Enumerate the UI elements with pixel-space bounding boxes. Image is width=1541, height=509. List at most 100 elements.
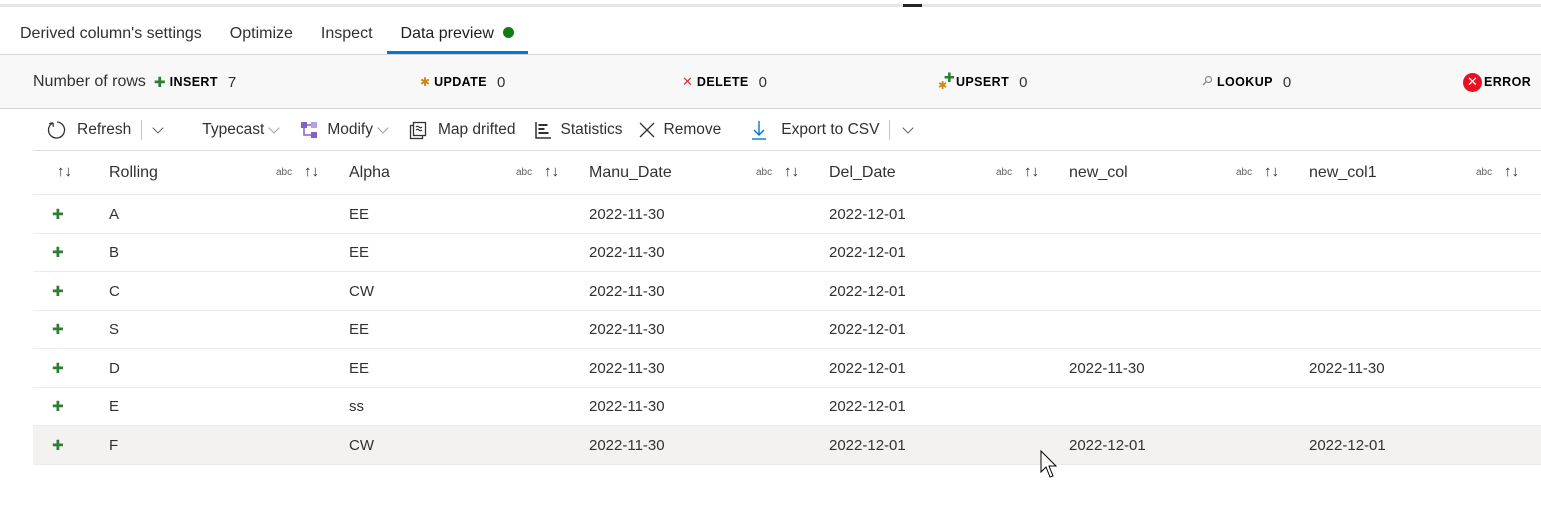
column-header-new-col1[interactable]: new_col1 — [1309, 151, 1377, 195]
refresh-dropdown-button[interactable] — [144, 110, 172, 150]
column-header-new-col[interactable]: new_col — [1069, 151, 1128, 195]
upsert-count: 0 — [1019, 73, 1028, 91]
cell-del-date: 2022-12-01 — [829, 244, 906, 261]
stat-lookup: LOOKUP 0 — [1202, 55, 1291, 109]
cell-new-col: 2022-12-01 — [1069, 436, 1146, 454]
cell-alpha: EE — [349, 205, 370, 223]
cell-rolling: D — [109, 359, 120, 377]
export-dropdown-button[interactable] — [892, 110, 924, 150]
cell-manu-date: 2022-11-30 — [589, 321, 665, 338]
mouse-cursor-icon — [1040, 449, 1060, 485]
cell-new-col: 2022-11-30 — [1069, 359, 1145, 377]
map-drifted-icon — [409, 120, 429, 140]
tab-data-preview[interactable]: Data preview — [386, 14, 529, 54]
tab-derived-column-settings[interactable]: Derived column's settings — [20, 14, 216, 54]
resize-handle[interactable] — [903, 4, 922, 7]
tab-inspect[interactable]: Inspect — [307, 14, 387, 54]
upsert-icon: ✱ ✚ — [938, 70, 955, 92]
modify-label: Modify — [327, 121, 373, 138]
update-count: 0 — [496, 73, 506, 91]
modify-button[interactable]: Modify — [292, 110, 401, 150]
export-csv-label: Export to CSV — [781, 121, 880, 138]
export-csv-button[interactable]: Export to CSV — [743, 110, 887, 150]
cell-rolling: E — [109, 398, 120, 415]
column-header-rolling[interactable]: Rolling — [109, 151, 158, 195]
asterisk-icon: ✱ — [420, 75, 431, 89]
cell-del-date: 2022-12-01 — [829, 205, 906, 223]
sort-icon[interactable]: ↑↓ — [1504, 163, 1519, 180]
cell-rolling: C — [109, 282, 120, 300]
tab-optimize[interactable]: Optimize — [216, 14, 307, 54]
map-drifted-label: Map drifted — [437, 121, 516, 138]
column-header-del-date[interactable]: Del_Date — [829, 151, 896, 195]
typecast-button[interactable]: Typecast — [194, 110, 292, 150]
cell-manu-date: 2022-11-30 — [589, 359, 665, 377]
stat-update: ✱ UPDATE 0 — [420, 55, 505, 109]
remove-button[interactable]: Remove — [631, 110, 730, 150]
tab-label: Inspect — [320, 25, 373, 42]
row-count-bar: Number of rows ✚ INSERT 7 ✱ UPDATE 0 ✕ D… — [0, 54, 1541, 109]
table-row[interactable]: ✚ S EE 2022-11-30 2022-12-01 — [33, 311, 1541, 349]
sort-icon[interactable]: ↑↓ — [304, 163, 319, 180]
insert-marker-icon: ✚ — [52, 244, 64, 260]
statistics-button[interactable]: Statistics — [526, 110, 631, 150]
insert-marker-icon: ✚ — [52, 205, 64, 222]
cell-alpha: CW — [349, 436, 374, 454]
column-name: new_col — [1069, 164, 1128, 181]
cell-alpha: ss — [349, 398, 364, 415]
insert-count: 7 — [227, 73, 237, 91]
cell-del-date: 2022-12-01 — [829, 398, 906, 415]
delete-label: DELETE — [696, 75, 749, 89]
insert-marker-icon: ✚ — [52, 282, 64, 299]
lookup-label: LOOKUP — [1217, 75, 1273, 89]
cell-del-date: 2022-12-01 — [829, 321, 906, 338]
sort-icon[interactable]: ↑↓ — [784, 163, 799, 180]
type-string-icon: abc — [516, 167, 533, 178]
close-icon — [639, 122, 655, 138]
top-divider — [0, 4, 1541, 7]
tab-label: Derived column's settings — [20, 25, 202, 42]
type-string-icon: abc — [276, 167, 293, 178]
insert-marker-icon: ✚ — [52, 321, 64, 337]
map-drifted-button[interactable]: Map drifted — [401, 110, 524, 150]
sort-icon[interactable]: ↑↓ — [1264, 163, 1279, 180]
cell-rolling: S — [109, 321, 120, 338]
remove-label: Remove — [663, 121, 722, 138]
cell-manu-date: 2022-11-30 — [589, 205, 665, 223]
table-row[interactable]: ✚ F CW 2022-11-30 2022-12-01 2022-12-01 2022-1… — [33, 426, 1541, 465]
cell-manu-date: 2022-11-30 — [589, 282, 665, 300]
cell-rolling: B — [109, 244, 120, 261]
type-string-icon: abc — [756, 167, 773, 178]
toolbar: Refresh Typecast Modify Map drifted Stat… — [32, 110, 924, 150]
column-header-alpha[interactable]: Alpha — [349, 151, 390, 195]
table-row[interactable]: ✚ D EE 2022-11-30 2022-12-01 2022-11-30 2022-1… — [33, 349, 1541, 388]
lookup-count: 0 — [1282, 73, 1292, 91]
stat-insert: Number of rows ✚ INSERT 7 — [33, 55, 236, 109]
stat-delete: ✕ DELETE 0 — [682, 55, 767, 109]
statistics-icon — [534, 121, 552, 139]
table-row[interactable]: ✚ Ess 2022-11-30 2022-12-01 — [33, 388, 1541, 426]
sort-icon[interactable]: ↑↓ — [544, 163, 559, 180]
type-string-icon: abc — [996, 167, 1013, 178]
sort-icon[interactable]: ↑↓ — [57, 163, 72, 180]
cell-alpha: EE — [349, 244, 370, 261]
refresh-icon — [46, 119, 68, 141]
sort-icon[interactable]: ↑↓ — [1024, 163, 1039, 180]
statistics-label: Statistics — [560, 121, 623, 138]
delete-count: 0 — [758, 73, 767, 91]
tab-label: Data preview — [400, 25, 494, 42]
column-header-manu-date[interactable]: Manu_Date — [589, 151, 672, 195]
cell-alpha: EE — [349, 321, 370, 338]
cell-alpha: CW — [349, 282, 374, 300]
cell-manu-date: 2022-11-30 — [589, 398, 665, 415]
toolbar-divider — [889, 120, 891, 140]
refresh-label: Refresh — [77, 121, 132, 138]
table-row[interactable]: ✚ B EE 2022-11-30 2022-12-01 — [33, 234, 1541, 272]
x-icon: ✕ — [682, 74, 693, 89]
table-row[interactable]: ✚ A EE 2022-11-30 2022-12-01 — [33, 195, 1541, 234]
refresh-button[interactable]: Refresh — [32, 110, 139, 150]
cell-del-date: 2022-12-01 — [829, 282, 906, 300]
table-row[interactable]: ✚ C CW 2022-11-30 2022-12-01 — [33, 272, 1541, 311]
cell-del-date: 2022-12-01 — [829, 436, 906, 454]
stat-error[interactable]: ✕ ERROR — [1463, 55, 1531, 109]
